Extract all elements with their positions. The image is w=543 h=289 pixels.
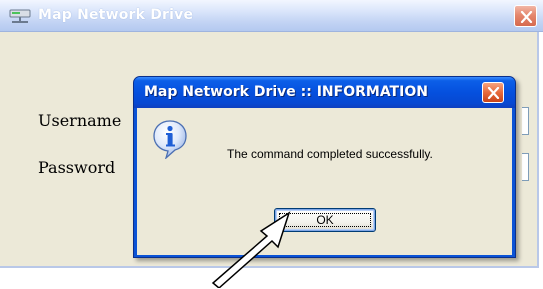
username-field[interactable] [522,107,529,135]
dialog-message: The command completed successfully. [227,147,433,161]
dialog-content: The command completed successfully. OK [137,108,512,255]
information-dialog: Map Network Drive :: INFORMATION The com… [133,76,516,258]
window-titlebar[interactable]: Map Network Drive [0,0,543,32]
pointer-arrow-icon [211,211,291,288]
dialog-close-button[interactable] [482,82,504,103]
password-label: Password [38,158,116,177]
window-title: Map Network Drive [38,7,194,23]
password-field[interactable] [522,153,529,181]
username-label: Username [38,111,122,130]
dialog-titlebar[interactable]: Map Network Drive :: INFORMATION [134,77,515,108]
window-close-button[interactable] [514,5,537,27]
information-icon [152,119,188,160]
close-icon [520,11,533,23]
dialog-title: Map Network Drive :: INFORMATION [144,84,428,100]
network-drive-icon [9,8,31,24]
close-icon [487,87,500,99]
